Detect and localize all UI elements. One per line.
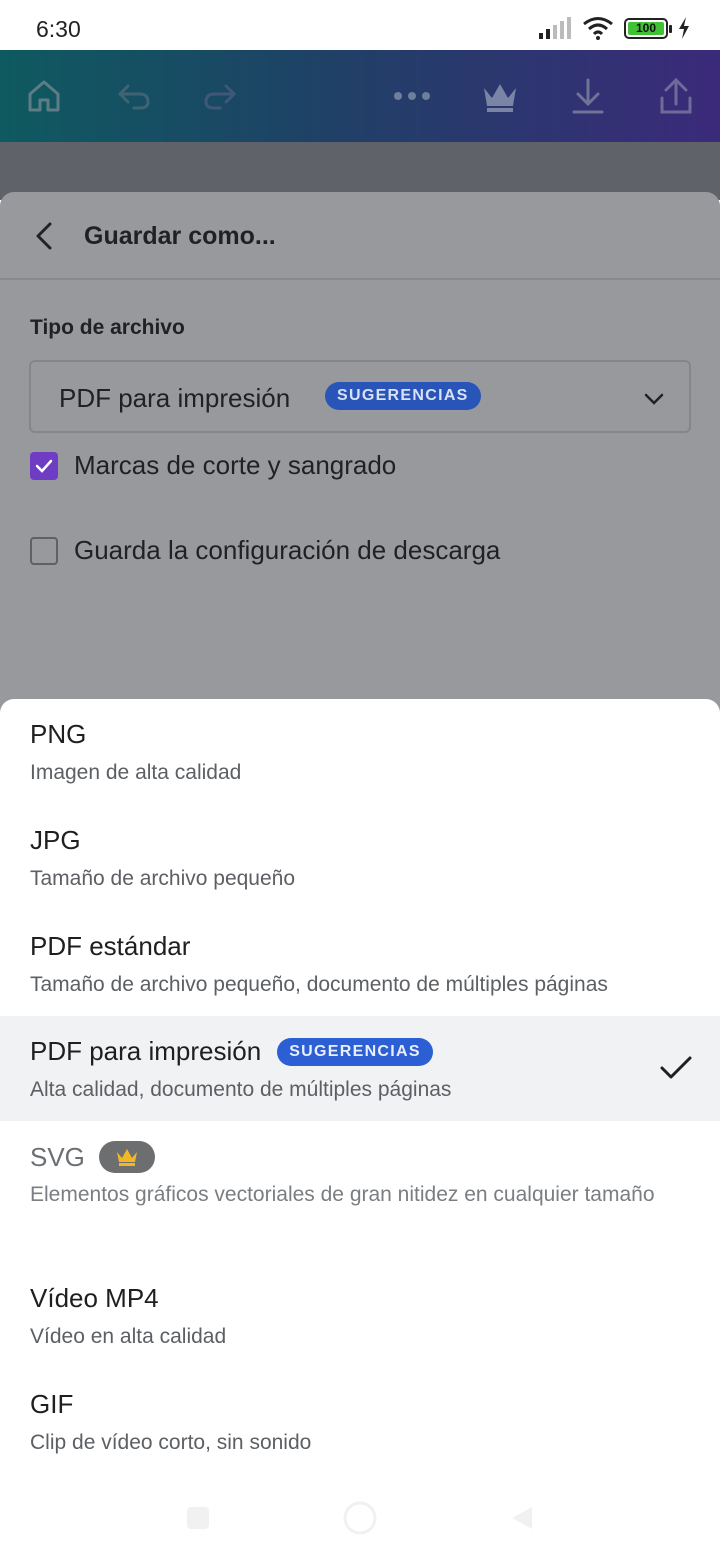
more-icon[interactable] xyxy=(388,72,436,120)
save-as-panel: Guardar como... Tipo de archivo PDF para… xyxy=(0,192,720,712)
option-name: GIF xyxy=(30,1389,74,1419)
option-name-text: PDF para impresión xyxy=(30,1036,262,1066)
status-bar: 6:30 100 xyxy=(0,0,720,50)
editor-toolbar xyxy=(0,50,720,142)
home-icon[interactable] xyxy=(20,72,68,120)
back-nav-icon[interactable] xyxy=(502,1498,542,1538)
option-desc: Tamaño de archivo pequeño, documento de … xyxy=(30,973,608,996)
crop-marks-label: Marcas de corte y sangrado xyxy=(74,450,397,480)
panel-title: Guardar como... xyxy=(84,222,276,250)
signal-icon xyxy=(539,17,571,39)
chevron-down-icon xyxy=(644,393,664,405)
checkmark-icon xyxy=(660,1056,692,1079)
suggestions-badge: SUGERENCIAS xyxy=(277,1037,433,1066)
option-name: PDF para impresión SUGERENCIAS xyxy=(30,1036,433,1067)
status-time: 6:30 xyxy=(36,16,81,42)
undo-icon[interactable] xyxy=(110,72,158,120)
option-jpg[interactable]: JPG Tamaño de archivo pequeño xyxy=(0,805,720,911)
home-button-icon[interactable] xyxy=(340,1498,380,1538)
share-icon[interactable] xyxy=(652,72,700,120)
file-type-label: Tipo de archivo xyxy=(30,316,185,339)
battery-icon: 100 xyxy=(624,17,672,39)
system-nav-bar xyxy=(0,1476,720,1560)
crop-marks-checkbox[interactable] xyxy=(30,451,58,480)
premium-badge xyxy=(98,1141,155,1173)
option-name: SVG xyxy=(30,1141,155,1173)
option-mp4[interactable]: Vídeo MP4 Vídeo en alta calidad xyxy=(0,1263,720,1369)
check-icon xyxy=(35,459,53,473)
option-pdf-standard[interactable]: PDF estándar Tamaño de archivo pequeño, … xyxy=(0,911,720,1016)
option-name-text: SVG xyxy=(30,1141,85,1172)
battery-level: 100 xyxy=(635,21,657,35)
wifi-icon xyxy=(583,17,613,40)
option-desc: Imagen de alta calidad xyxy=(30,761,242,784)
option-png[interactable]: PNG Imagen de alta calidad xyxy=(0,699,720,805)
crown-icon xyxy=(116,1149,137,1166)
redo-icon[interactable] xyxy=(196,72,244,120)
option-gif[interactable]: GIF Clip de vídeo corto, sin sonido xyxy=(0,1369,720,1475)
option-desc: Vídeo en alta calidad xyxy=(30,1325,227,1348)
status-icons: 100 xyxy=(538,16,690,40)
option-desc: Elementos gráficos vectoriales de gran n… xyxy=(30,1183,655,1206)
crown-icon[interactable] xyxy=(476,72,524,120)
option-svg[interactable]: SVG Elementos gráficos vectoriales de gr… xyxy=(0,1121,720,1263)
recents-icon[interactable] xyxy=(178,1498,218,1538)
option-desc: Alta calidad, documento de múltiples pág… xyxy=(30,1078,452,1101)
suggestions-badge: SUGERENCIAS xyxy=(325,382,481,410)
option-pdf-print[interactable]: PDF para impresión SUGERENCIAS Alta cali… xyxy=(0,1016,720,1121)
charging-icon xyxy=(679,17,689,39)
file-type-sheet: PNG Imagen de alta calidad JPG Tamaño de… xyxy=(0,699,720,1560)
back-icon[interactable] xyxy=(28,218,64,254)
option-desc: Clip de vídeo corto, sin sonido xyxy=(30,1431,312,1454)
crop-marks-row[interactable]: Marcas de corte y sangrado xyxy=(30,450,396,481)
file-type-value: PDF para impresión xyxy=(59,383,291,413)
option-name: Vídeo MP4 xyxy=(30,1283,159,1313)
option-desc: Tamaño de archivo pequeño xyxy=(30,867,296,890)
save-settings-label: Guarda la configuración de descarga xyxy=(74,535,501,565)
option-name: PNG xyxy=(30,719,87,749)
save-settings-checkbox[interactable] xyxy=(30,536,58,565)
option-name: JPG xyxy=(30,825,81,855)
file-type-select[interactable]: PDF para impresión SUGERENCIAS xyxy=(29,360,691,433)
option-name: PDF estándar xyxy=(30,931,191,961)
download-icon[interactable] xyxy=(564,72,612,120)
panel-header: Guardar como... xyxy=(0,192,720,280)
save-settings-row[interactable]: Guarda la configuración de descarga xyxy=(30,535,500,566)
